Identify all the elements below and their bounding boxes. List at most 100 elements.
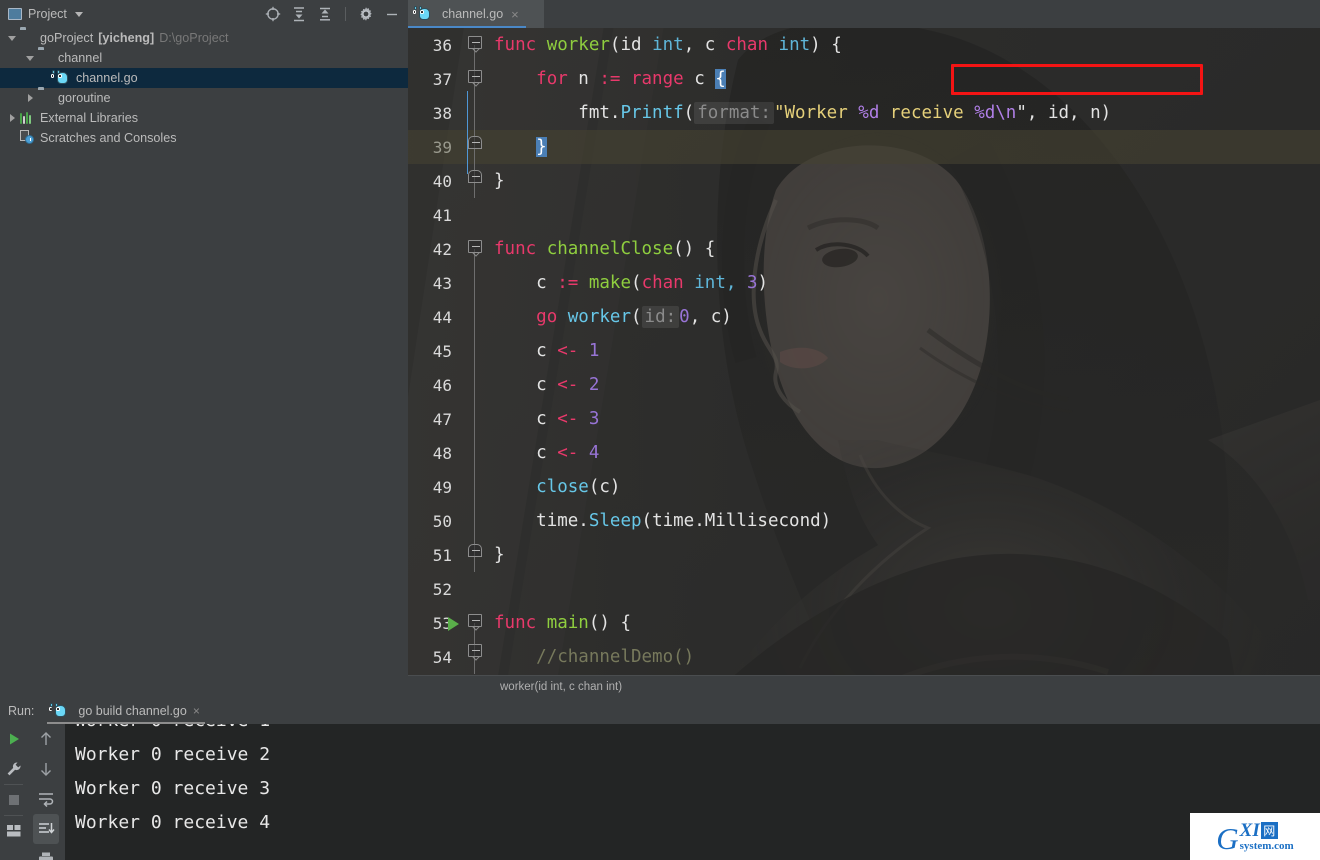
code-line-42[interactable]: 42 func channelClose() { — [408, 232, 1320, 266]
code-line-48[interactable]: 48 c <- 4 — [408, 436, 1320, 470]
collapse-all-icon[interactable] — [317, 6, 333, 22]
fold-gutter[interactable] — [460, 164, 490, 198]
code-line-40[interactable]: 40 } — [408, 164, 1320, 198]
line-number: 48 — [432, 443, 452, 463]
fold-marker-open[interactable] — [468, 614, 482, 627]
code-line-36[interactable]: 36 func worker(id int, c chan int) { — [408, 28, 1320, 62]
tree-item-channel[interactable]: channel — [0, 48, 408, 68]
code-line-45[interactable]: 45 c <- 1 — [408, 334, 1320, 368]
code-text: fmt.Printf(format: "Worker %d receive %d\… — [578, 102, 1112, 124]
code-line-39[interactable]: 39 } — [408, 130, 1320, 164]
project-tree: goProject [yicheng] D:\goProject channel… — [0, 28, 408, 698]
parameter-hint: id: — [641, 306, 680, 328]
code-line-46[interactable]: 46 c <- 2 — [408, 368, 1320, 402]
run-toolbar-right — [27, 724, 65, 860]
close-icon[interactable]: × — [509, 8, 519, 21]
run-gutter-icon[interactable] — [448, 617, 459, 631]
run-tab-go-build[interactable]: go build channel.go × — [46, 698, 205, 724]
folder-icon — [38, 50, 54, 66]
code-line-43[interactable]: 43 c := make(chan int, 3) — [408, 266, 1320, 300]
arrow-up-icon[interactable] — [27, 724, 65, 754]
code-line-52[interactable]: 52 — [408, 572, 1320, 606]
code-editor[interactable]: 36 func worker(id int, c chan int) { 37 … — [408, 28, 1320, 676]
fold-gutter[interactable] — [460, 62, 490, 96]
code-line-38[interactable]: 38 fmt.Printf(format: "Worker %d receive … — [408, 96, 1320, 130]
code-text: } — [490, 137, 1320, 157]
stop-icon[interactable] — [0, 785, 27, 815]
chevron-right-icon[interactable] — [24, 92, 36, 104]
code-line-50[interactable]: 50 time.Sleep(time.Millisecond) — [408, 504, 1320, 538]
code-text: } — [494, 545, 505, 565]
run-console-output[interactable]: Worker 0 receive 1 Worker 0 receive 2 Wo… — [65, 724, 1320, 860]
fold-marker-open[interactable] — [468, 644, 482, 657]
code-line-47[interactable]: 47 c <- 3 — [408, 402, 1320, 436]
minimize-icon[interactable] — [384, 6, 400, 22]
run-tool-window: Run: go build channel.go × Worker 0 rece… — [0, 698, 1320, 860]
expand-all-icon[interactable] — [291, 6, 307, 22]
code-line-51[interactable]: 51 } — [408, 538, 1320, 572]
breadcrumb[interactable]: worker(id int, c chan int) — [408, 675, 1320, 698]
fold-gutter — [460, 368, 490, 402]
code-text: for n := range c { — [536, 69, 726, 89]
fold-gutter[interactable] — [460, 232, 490, 266]
fold-marker-end[interactable] — [468, 136, 482, 149]
tree-item-scratches-and-consoles[interactable]: Scratches and Consoles — [0, 128, 408, 148]
fold-marker-end[interactable] — [468, 544, 482, 557]
fold-gutter[interactable] — [460, 640, 490, 674]
code-line-44[interactable]: 44 go worker(id: 0, c) — [408, 300, 1320, 334]
close-icon[interactable]: × — [193, 704, 200, 718]
code-line-54[interactable]: 54 //channelDemo() — [408, 640, 1320, 674]
tree-item-goroutine[interactable]: goroutine — [0, 88, 408, 108]
arrow-down-icon[interactable] — [27, 754, 65, 784]
fold-marker-open[interactable] — [468, 36, 482, 49]
libraries-icon — [20, 110, 36, 126]
soft-wrap-icon[interactable] — [27, 784, 65, 814]
fold-gutter[interactable] — [460, 28, 490, 62]
tree-item-channel-go[interactable]: channel.go — [0, 68, 408, 88]
layout-icon[interactable] — [0, 816, 27, 846]
tree-item-module: [yicheng] — [98, 31, 155, 45]
print-icon[interactable] — [27, 844, 65, 860]
wrench-icon[interactable] — [0, 754, 27, 784]
tree-item-label: goroutine — [58, 91, 111, 105]
gear-icon[interactable] — [358, 6, 374, 22]
project-panel-title-group[interactable]: Project — [0, 7, 83, 21]
go-file-icon — [412, 6, 432, 22]
line-number: 36 — [432, 35, 452, 55]
code-line-49[interactable]: 49 close(c) — [408, 470, 1320, 504]
line-number: 41 — [432, 205, 452, 225]
tree-item-external-libraries[interactable]: External Libraries — [0, 108, 408, 128]
tree-item-label: goProject — [40, 31, 94, 45]
fold-gutter[interactable] — [460, 606, 490, 640]
line-number: 44 — [432, 307, 452, 327]
chevron-down-icon[interactable] — [74, 11, 83, 17]
code-line-53[interactable]: 53 func main() { — [408, 606, 1320, 640]
chevron-down-icon[interactable] — [6, 32, 18, 44]
fold-marker-open[interactable] — [468, 70, 482, 83]
scroll-to-end-icon[interactable] — [33, 814, 59, 844]
console-line: Worker 0 receive 1 — [65, 724, 1320, 738]
fold-gutter[interactable] — [460, 538, 490, 572]
rerun-icon[interactable] — [0, 724, 27, 754]
line-number: 38 — [432, 103, 452, 123]
watermark: G XI 网 system.com — [1190, 813, 1320, 860]
tree-item-label: External Libraries — [40, 111, 138, 125]
code-text: c := make(chan int, 3) — [536, 273, 769, 293]
code-line-37[interactable]: 37 for n := range c { — [408, 62, 1320, 96]
tab-channel-go[interactable]: channel.go × — [408, 0, 544, 28]
matching-brace-selection: { — [715, 69, 726, 89]
fold-marker-open[interactable] — [468, 240, 482, 253]
fold-marker-end[interactable] — [468, 170, 482, 183]
run-panel-header: Run: go build channel.go × — [0, 698, 1320, 724]
fold-gutter — [460, 402, 490, 436]
watermark-text-column: XI 网 system.com — [1240, 821, 1294, 852]
console-line: Worker 0 receive 4 — [75, 812, 271, 833]
chevron-right-icon[interactable] — [6, 112, 18, 124]
tree-item-goproject[interactable]: goProject [yicheng] D:\goProject — [0, 28, 408, 48]
locate-icon[interactable] — [265, 6, 281, 22]
fold-gutter[interactable] — [460, 130, 490, 164]
code-text: go worker(id: 0, c) — [536, 306, 732, 328]
code-line-41[interactable]: 41 — [408, 198, 1320, 232]
chevron-down-icon[interactable] — [24, 52, 36, 64]
project-panel-toolbar — [265, 0, 400, 28]
